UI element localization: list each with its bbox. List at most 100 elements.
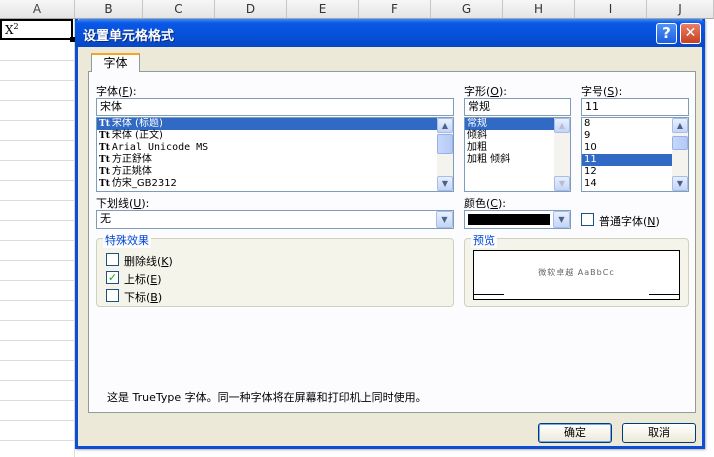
column-header-j[interactable]: J (647, 0, 714, 19)
cancel-button[interactable]: 取消 (622, 423, 696, 443)
gridline (0, 280, 75, 281)
dialog-title: 设置单元格格式 (83, 29, 175, 44)
column-header-h[interactable]: H (503, 0, 575, 19)
truetype-icon: Tt (99, 167, 110, 177)
gridline (0, 100, 75, 101)
scroll-thumb[interactable] (672, 136, 688, 150)
scroll-up-icon[interactable]: ▲ (554, 118, 570, 133)
gridline (0, 60, 75, 61)
preview-box: 微软卓越 AaBbCc (473, 250, 680, 300)
gridline (0, 260, 75, 261)
tab-font[interactable]: 字体 (91, 53, 140, 72)
strikethrough-label[interactable]: 删除线(K) (124, 253, 173, 269)
preview-sample: 微软卓越 AaBbCc (538, 268, 615, 277)
gridline (0, 240, 75, 241)
style-label: 字形(O): (464, 85, 507, 98)
font-list-item[interactable]: Tt 宋体 (正文) (97, 130, 453, 142)
font-label: 字体(F): (96, 85, 137, 98)
chevron-down-icon[interactable]: ▼ (553, 211, 570, 228)
help-icon: ? (662, 24, 671, 42)
underline-select[interactable]: 无 ▼ (96, 210, 454, 229)
format-cells-dialog: 设置单元格格式 ? ✕ 字体 字体(F): 宋体 Tt 宋体 (标题) Tt 宋体 … (75, 19, 705, 449)
underline-value: 无 (100, 212, 111, 225)
tab-font-label: 字体 (103, 56, 128, 70)
gridline (0, 340, 75, 341)
style-input[interactable]: 常规 (464, 98, 571, 116)
gridline (0, 140, 75, 141)
preview-group-title: 预览 (471, 232, 497, 248)
truetype-icon: Tt (99, 179, 110, 189)
normal-font-checkbox[interactable] (581, 213, 594, 226)
size-label: 字号(S): (581, 85, 623, 98)
column-header-c[interactable]: C (143, 0, 215, 19)
font-list-item[interactable]: Tt 方正姚体 (97, 166, 453, 178)
column-header-a[interactable]: A (0, 0, 75, 19)
close-button[interactable]: ✕ (680, 23, 701, 44)
column-header-b[interactable]: B (75, 0, 143, 19)
size-list-item[interactable]: 11 (582, 154, 672, 166)
cancel-button-label: 取消 (648, 426, 670, 439)
truetype-icon: Tt (99, 155, 110, 165)
column-header-f[interactable]: F (359, 0, 431, 19)
effects-group-title: 特殊效果 (103, 232, 151, 248)
subscript-label[interactable]: 下标(B) (124, 289, 162, 305)
gridline (0, 420, 75, 421)
color-swatch (468, 214, 550, 225)
cell-a1-text: X (5, 23, 14, 37)
truetype-info-text: 这是 TrueType 字体。同一种字体将在屏幕和打印机上同时使用。 (107, 391, 427, 404)
font-list-item[interactable]: Tt 方正舒体 (97, 154, 453, 166)
cell-a1[interactable]: X2 (0, 19, 73, 40)
font-list-item[interactable]: Tt 仿宋_GB2312 (97, 178, 453, 190)
style-list-scrollbar[interactable]: ▲ ▼ (554, 118, 570, 191)
subscript-checkbox[interactable] (106, 289, 119, 302)
scroll-thumb[interactable] (437, 134, 453, 154)
strikethrough-checkbox[interactable] (106, 253, 119, 266)
scroll-up-icon[interactable]: ▲ (672, 118, 688, 133)
ok-button-label: 确定 (564, 426, 586, 439)
font-tab-panel: 字体(F): 宋体 Tt 宋体 (标题) Tt 宋体 (正文) Tt Arial Un… (88, 71, 696, 413)
gridline (0, 360, 75, 361)
column-header-e[interactable]: E (287, 0, 359, 19)
scroll-up-icon[interactable]: ▲ (437, 118, 453, 133)
gridline (0, 320, 75, 321)
font-list-scrollbar[interactable]: ▲ ▼ (437, 118, 453, 191)
style-list-item[interactable]: 常规 (465, 118, 555, 130)
effects-group: 特殊效果 删除线(K) ✓ 上标(E) 下标(B) (96, 232, 454, 307)
gridline (0, 200, 75, 201)
scroll-down-icon[interactable]: ▼ (672, 176, 688, 191)
truetype-icon: Tt (99, 119, 110, 129)
font-input[interactable]: 宋体 (96, 98, 454, 116)
gridline (0, 440, 75, 441)
help-button[interactable]: ? (656, 23, 677, 44)
normal-font-label[interactable]: 普通字体(N) (599, 213, 660, 229)
chevron-down-icon[interactable]: ▼ (436, 211, 453, 228)
truetype-icon: Tt (99, 143, 110, 153)
preview-group: 预览 微软卓越 AaBbCc (464, 232, 689, 307)
font-list-item[interactable]: Tt 宋体 (标题) (97, 118, 453, 130)
size-input[interactable]: 11 (581, 98, 689, 116)
size-list-scrollbar[interactable]: ▲ ▼ (672, 118, 688, 191)
style-input-value: 常规 (468, 100, 490, 113)
close-icon: ✕ (684, 25, 697, 41)
gridline (0, 400, 75, 401)
color-select[interactable]: ▼ (464, 210, 571, 229)
column-header-g[interactable]: G (431, 0, 503, 19)
superscript-label[interactable]: 上标(E) (124, 271, 162, 287)
gridline (0, 160, 75, 161)
column-header-i[interactable]: I (575, 0, 647, 19)
gridline (0, 80, 75, 81)
superscript-checkbox[interactable]: ✓ (106, 271, 119, 284)
underline-label: 下划线(U): (96, 197, 150, 210)
font-list[interactable]: Tt 宋体 (标题) Tt 宋体 (正文) Tt Arial Unicode MS T… (96, 117, 454, 192)
scroll-down-icon[interactable]: ▼ (554, 176, 570, 191)
gridline (0, 300, 75, 301)
gridline (0, 180, 75, 181)
scroll-down-icon[interactable]: ▼ (437, 176, 453, 191)
style-list[interactable]: 常规 倾斜 加粗 加粗 倾斜 ▲ ▼ (464, 117, 571, 192)
ok-button[interactable]: 确定 (538, 423, 612, 443)
font-list-item[interactable]: Tt Arial Unicode MS (97, 142, 453, 154)
size-list[interactable]: 8 9 10 11 12 14 ▲ ▼ (581, 117, 689, 192)
gridline (0, 220, 75, 221)
column-header-d[interactable]: D (215, 0, 287, 19)
dialog-titlebar[interactable]: 设置单元格格式 ? ✕ (75, 19, 705, 47)
